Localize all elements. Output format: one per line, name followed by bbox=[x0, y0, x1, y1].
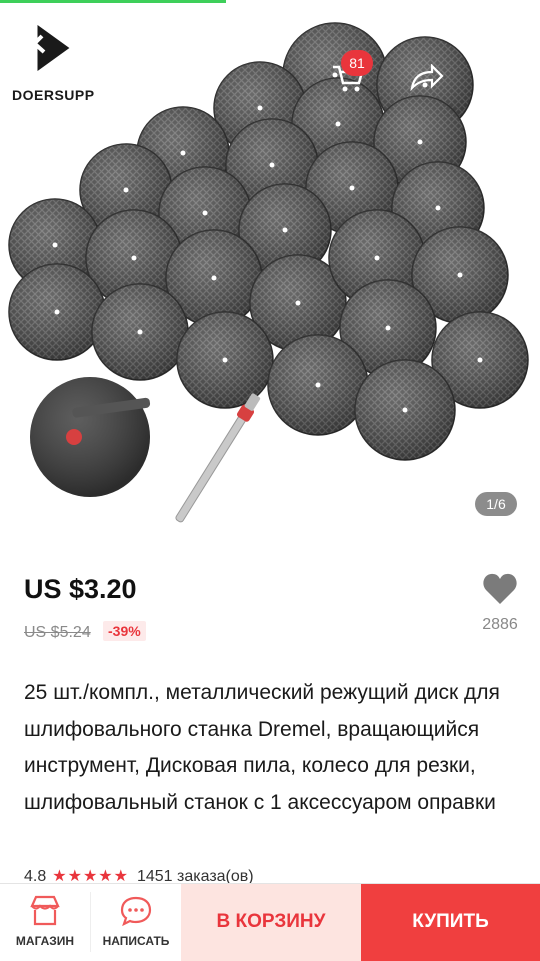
disc-hole bbox=[137, 329, 143, 335]
product-title: 25 шт./компл., металлический режущий дис… bbox=[24, 681, 500, 814]
store-label: МАГАЗИН bbox=[15, 934, 75, 948]
disc-hole bbox=[374, 255, 380, 261]
disc-hole bbox=[131, 255, 137, 261]
disc-hole bbox=[211, 275, 217, 281]
disc-hole bbox=[123, 187, 129, 193]
share-icon bbox=[410, 64, 444, 92]
disc-hole bbox=[385, 325, 391, 331]
message-button[interactable]: НАПИСАТЬ bbox=[91, 884, 181, 961]
old-price: US $5.24 bbox=[24, 624, 91, 641]
disc-hole bbox=[180, 150, 186, 156]
disc-hole bbox=[202, 210, 208, 216]
disc-hole bbox=[52, 242, 58, 248]
disc-hole bbox=[257, 105, 263, 111]
disc-hole bbox=[282, 227, 288, 233]
chat-icon bbox=[120, 896, 152, 927]
add-to-cart-button[interactable]: В КОРЗИНУ bbox=[181, 884, 361, 961]
wishlist-count: 2886 bbox=[482, 616, 518, 633]
disc-hole bbox=[222, 357, 228, 363]
buy-now-button[interactable]: КУПИТЬ bbox=[361, 884, 540, 961]
disc-hole bbox=[315, 382, 321, 388]
message-label: НАПИСАТЬ bbox=[102, 934, 170, 948]
image-counter: 1/6 bbox=[475, 492, 517, 516]
store-button[interactable]: МАГАЗИН bbox=[0, 884, 90, 961]
status-bar: 22:43 ••• ⇅ |||| bbox=[0, 0, 540, 34]
store-icon bbox=[30, 895, 60, 926]
price: US $3.20 bbox=[24, 574, 137, 604]
disc-hole bbox=[417, 139, 423, 145]
cart-badge: 81 bbox=[341, 50, 373, 76]
share-button[interactable] bbox=[404, 56, 448, 100]
more-button[interactable] bbox=[488, 56, 520, 100]
more-icon bbox=[501, 66, 507, 90]
status-indicators: ••• ⇅ |||| bbox=[472, 8, 528, 23]
disc-hole bbox=[349, 185, 355, 191]
buy-now-label: КУПИТЬ bbox=[412, 911, 489, 932]
brand-logo-text: DOERSUPP bbox=[12, 87, 95, 103]
add-to-cart-label: В КОРЗИНУ bbox=[216, 911, 326, 932]
disc-hole bbox=[477, 357, 483, 363]
discount-badge: -39% bbox=[103, 621, 146, 641]
status-time: 22:43 bbox=[10, 9, 49, 26]
disc-hole bbox=[402, 407, 408, 413]
disc-hole bbox=[269, 162, 275, 168]
bottom-action-bar: МАГАЗИН НАПИСАТЬ В КОРЗИНУ КУПИТЬ bbox=[0, 883, 540, 961]
disc-hole bbox=[335, 121, 341, 127]
disc-hole bbox=[457, 272, 463, 278]
heart-icon bbox=[483, 573, 517, 604]
page-load-progress bbox=[0, 0, 226, 3]
disc-hole bbox=[435, 205, 441, 211]
wishlist-button[interactable]: 2886 bbox=[478, 570, 522, 638]
disc-hole bbox=[295, 300, 301, 306]
disc-hole bbox=[54, 309, 60, 315]
